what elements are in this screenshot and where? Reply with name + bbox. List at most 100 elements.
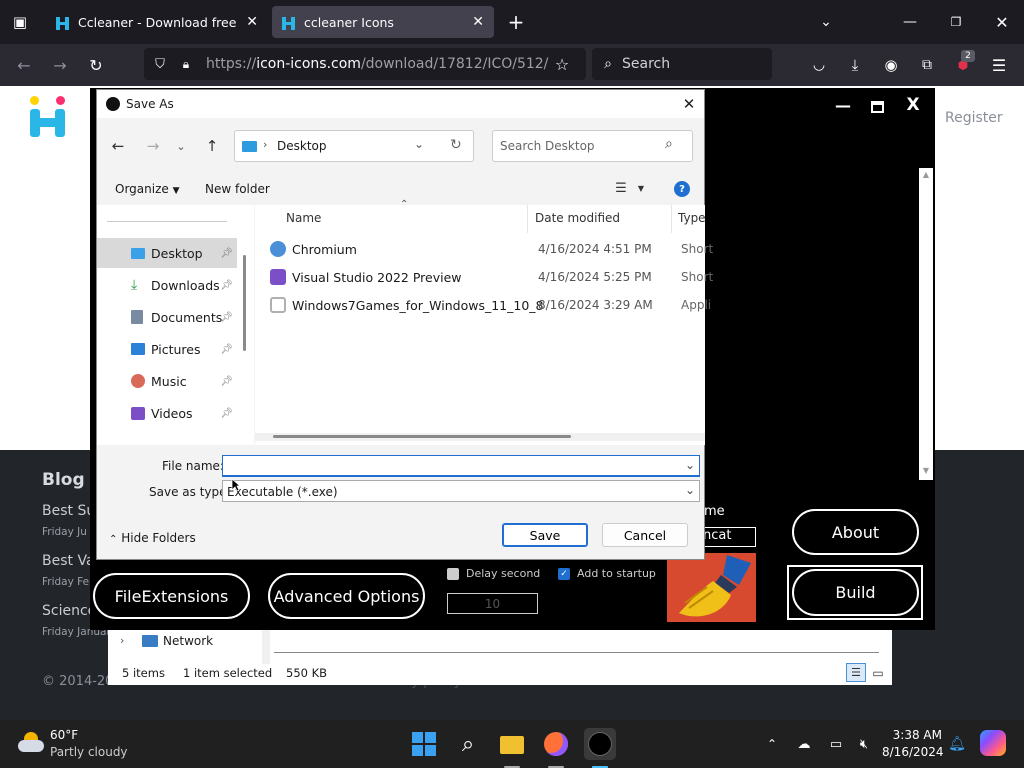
file-extensions-button[interactable]: FileExtensions: [93, 573, 250, 619]
new-tab-icon[interactable]: +: [504, 10, 528, 34]
taskbar-search-icon[interactable]: ⌕: [452, 728, 484, 760]
clock-date[interactable]: 8/16/2024: [882, 745, 944, 759]
bookmark-star-icon[interactable]: ☆: [552, 54, 572, 74]
file-row-chromium[interactable]: Chromium 4/16/2024 4:51 PM Short: [270, 235, 713, 263]
column-divider[interactable]: [527, 205, 528, 233]
firefox-icon[interactable]: [540, 728, 572, 768]
nav-item-desktop[interactable]: Desktop 📌︎: [97, 238, 237, 268]
weather-description[interactable]: Partly cloudy: [50, 745, 128, 759]
clock-time[interactable]: 3:38 AM: [886, 728, 942, 742]
help-icon[interactable]: ?: [674, 181, 690, 197]
cloud-sync-icon[interactable]: ☁: [794, 734, 814, 754]
notification-bell-icon[interactable]: 🔔︎: [948, 734, 966, 754]
large-icons-view-icon[interactable]: ▭: [868, 663, 888, 682]
scroll-up-icon[interactable]: ▲: [919, 170, 933, 179]
dialog-title-bar[interactable]: Save As ✕: [97, 90, 704, 118]
tab-list-icon[interactable]: ▣: [8, 10, 32, 34]
cancel-button[interactable]: Cancel: [602, 523, 688, 547]
advanced-options-button[interactable]: Advanced Options: [268, 573, 425, 619]
blog-item-title[interactable]: Best Su: [42, 503, 95, 519]
column-divider[interactable]: [671, 205, 672, 233]
builder-app-icon[interactable]: [584, 728, 616, 768]
app-scrollbar[interactable]: ▲ ▼: [919, 168, 933, 480]
site-logo[interactable]: [28, 96, 68, 140]
delay-second-checkbox[interactable]: [447, 568, 459, 580]
network-label[interactable]: Network: [163, 634, 213, 648]
details-view-icon[interactable]: ☰: [846, 663, 866, 682]
menu-icon[interactable]: ☰: [988, 54, 1010, 76]
account-icon[interactable]: ◉: [880, 54, 902, 76]
file-name-dropdown-icon[interactable]: ⌄: [685, 458, 695, 472]
dialog-close-icon[interactable]: ✕: [679, 95, 699, 113]
build-button[interactable]: Build: [792, 569, 919, 616]
save-type-dropdown-icon[interactable]: ⌄: [685, 483, 695, 497]
pin-icon[interactable]: 📌︎: [220, 376, 233, 387]
app-close-icon[interactable]: X: [902, 94, 924, 116]
blog-item-title[interactable]: Science: [42, 603, 96, 619]
recent-locations-chevron-icon[interactable]: ⌄: [173, 136, 189, 156]
app-minimize-icon[interactable]: —: [832, 94, 854, 116]
tab-ccleaner-download[interactable]: Ccleaner - Download free icons ✕: [46, 6, 268, 38]
delay-seconds-input[interactable]: 10: [447, 593, 538, 614]
downloads-icon[interactable]: ⤓: [844, 54, 866, 76]
weather-temperature[interactable]: 60°F: [50, 728, 78, 742]
column-header-type[interactable]: Type: [678, 211, 706, 225]
pin-icon[interactable]: 📌︎: [220, 344, 233, 355]
view-options-icon[interactable]: ☰: [613, 180, 629, 196]
volume-muted-icon[interactable]: 🔇︎: [854, 734, 874, 754]
save-button[interactable]: Save: [502, 523, 588, 547]
file-row-windows7games[interactable]: Windows7Games_for_Windows_11_10_8 8/16/2…: [270, 291, 711, 319]
pin-icon[interactable]: 📌︎: [220, 312, 233, 323]
forward-arrow-icon[interactable]: →: [46, 51, 74, 79]
pocket-icon[interactable]: ◡: [808, 54, 830, 76]
save-type-select[interactable]: Executable (*.exe) ⌄: [222, 480, 700, 502]
nav-scrollbar[interactable]: [243, 255, 246, 351]
about-button[interactable]: About: [792, 509, 919, 555]
refresh-icon[interactable]: ↻: [450, 137, 462, 153]
address-dropdown-icon[interactable]: ⌄: [414, 137, 424, 151]
url-bar[interactable]: ⛉ 🔒︎ https://icon-icons.com/download/178…: [144, 48, 586, 80]
nav-item-pictures[interactable]: Pictures 📌︎: [97, 334, 237, 364]
partial-field[interactable]: ncat: [696, 527, 756, 547]
address-bar[interactable]: › Desktop ⌄ ↻: [234, 130, 474, 162]
display-icon[interactable]: ▭: [826, 734, 846, 754]
column-header-name[interactable]: Name: [286, 211, 321, 225]
file-row-visual-studio[interactable]: Visual Studio 2022 Preview 4/16/2024 5:2…: [270, 263, 713, 291]
pin-icon[interactable]: 📌︎: [220, 248, 233, 259]
scroll-down-icon[interactable]: ▼: [919, 466, 933, 475]
lock-icon[interactable]: 🔒︎: [176, 54, 196, 74]
up-arrow-icon[interactable]: ↑: [201, 136, 223, 156]
nav-item-videos[interactable]: Videos 📌︎: [97, 398, 237, 428]
organize-menu[interactable]: Organize ▼: [115, 182, 180, 196]
expand-chevron-icon[interactable]: ›: [120, 634, 124, 647]
explorer-scrollbar[interactable]: [274, 652, 879, 653]
register-link[interactable]: Register: [945, 110, 1003, 126]
nav-item-downloads[interactable]: ⤓ Downloads 📌︎: [97, 270, 237, 300]
close-window-icon[interactable]: ✕: [990, 10, 1014, 34]
extensions-icon[interactable]: ⧉: [916, 54, 938, 76]
pin-icon[interactable]: 📌︎: [220, 280, 233, 291]
column-header-date[interactable]: Date modified: [535, 211, 620, 225]
close-tab-icon[interactable]: ✕: [472, 14, 484, 30]
start-windows-icon[interactable]: [408, 728, 440, 760]
view-dropdown-icon[interactable]: ▼: [635, 180, 647, 196]
weather-widget[interactable]: [16, 730, 46, 756]
file-name-input[interactable]: ⌄: [222, 455, 700, 477]
app-maximize-icon[interactable]: [871, 101, 884, 113]
url-text[interactable]: https://icon-icons.com/download/17812/IC…: [206, 56, 548, 72]
horizontal-scrollbar[interactable]: [255, 433, 705, 441]
shield-icon[interactable]: ⛉: [150, 54, 170, 74]
scrollbar-thumb[interactable]: [273, 435, 571, 438]
back-arrow-icon[interactable]: ←: [107, 136, 129, 156]
show-hidden-icons-chevron-icon[interactable]: ⌃: [764, 734, 780, 754]
new-folder-button[interactable]: New folder: [205, 182, 270, 196]
restore-window-icon[interactable]: ❐: [944, 10, 968, 34]
back-arrow-icon[interactable]: ←: [10, 51, 38, 79]
copilot-icon[interactable]: [980, 730, 1006, 756]
chevron-down-icon[interactable]: ⌄: [814, 10, 838, 34]
add-to-startup-checkbox[interactable]: ✓: [558, 568, 570, 580]
file-explorer-icon[interactable]: [496, 728, 528, 768]
search-bar[interactable]: ⌕ Search: [592, 48, 772, 80]
forward-arrow-icon[interactable]: →: [142, 136, 164, 156]
close-tab-icon[interactable]: ✕: [246, 14, 258, 30]
